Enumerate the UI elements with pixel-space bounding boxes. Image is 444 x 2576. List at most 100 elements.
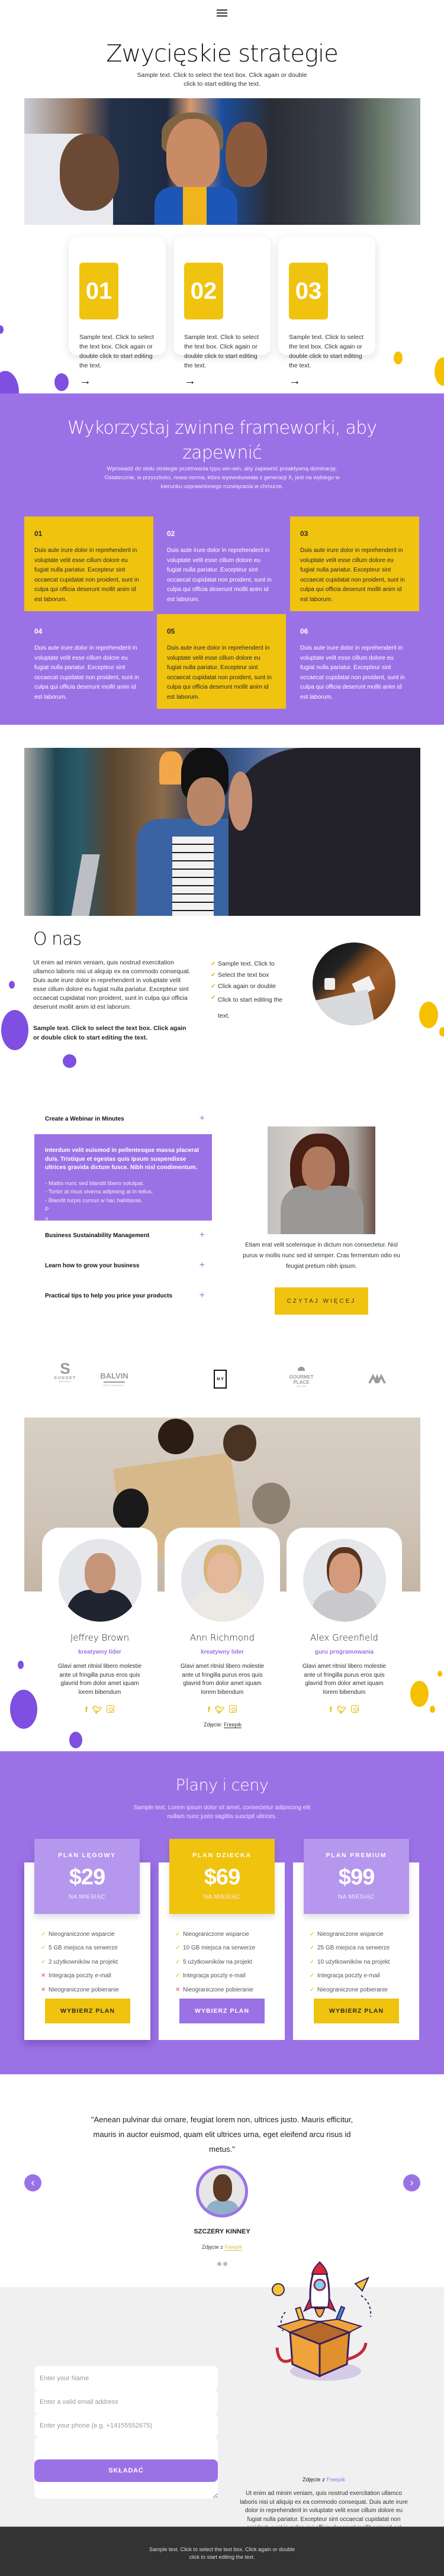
arrow-right-icon[interactable]: → [184, 375, 260, 387]
decor-dot [437, 1671, 442, 1677]
team-card: Ann Richmond kreatywny lider Glavi amet … [165, 1528, 280, 1714]
plan-features: ✓ Nieograniczone wsparcie ✓ 10 GB miejsca n… [175, 1928, 294, 1997]
panel-bullet: Mattis nunc sed blandit libero volutpat. [45, 1180, 201, 1189]
feature-number: 04 [34, 627, 43, 635]
accordion-item[interactable]: Create a Webinar in Minutes + [45, 1113, 205, 1124]
accordion-title: Practical tips to help you price your pr… [45, 1292, 173, 1299]
workspace-image [313, 942, 395, 1025]
accordion-title: Business Sustainability Management [45, 1232, 150, 1239]
twitter-icon[interactable]: 🐦︎ [92, 1705, 102, 1715]
plus-icon[interactable]: + [200, 1260, 205, 1271]
member-bio: Glavi amet ritnisl libero molestie ante … [180, 1663, 265, 1696]
plan-feature: ✕ Nieograniczone pobieranie [175, 1983, 294, 1997]
choose-plan-button[interactable]: WYBIERZ PLAN [314, 1999, 399, 2023]
feature-number: 01 [34, 530, 43, 538]
feature-text: Duis aute irure dolor in reprehenderit i… [167, 547, 272, 603]
chevron-left-icon[interactable]: ‹ [24, 2174, 41, 2191]
accordion-item[interactable]: Practical tips to help you price your pr… [45, 1290, 205, 1301]
accordion-item[interactable]: Learn how to grow your business + [45, 1260, 205, 1271]
check-icon: ✓ [41, 1958, 46, 1965]
avatar [181, 1539, 264, 1622]
instagram-icon[interactable] [107, 1705, 115, 1713]
page: Zwycięskie strategie Sample text. Click … [0, 0, 444, 2576]
feature-box: 06 Duis aute irure dolor in reprehenderi… [290, 614, 419, 709]
step-card: 03 Sample text. Click to select the text… [278, 237, 375, 387]
email-field[interactable] [34, 2390, 218, 2414]
check-icon: ✔ [211, 961, 216, 967]
hamburger-icon[interactable] [217, 8, 227, 18]
step-card: 02 Sample text. Click to select the text… [173, 237, 271, 387]
feature-number: 02 [167, 530, 175, 538]
plus-icon[interactable]: + [200, 1113, 205, 1124]
freepik-link[interactable]: Freepik [224, 1722, 242, 1728]
page-title: Zwycięskie strategie [106, 40, 338, 67]
member-name: Ann Richmond [189, 1632, 255, 1643]
plan-name: PLAN PREMIUM [326, 1852, 387, 1859]
slider-dot[interactable] [223, 2262, 227, 2266]
check-icon: ✓ [310, 1958, 315, 1965]
decor-dot [439, 1027, 444, 1037]
arrow-right-icon[interactable]: → [79, 375, 155, 387]
check-icon: ✓ [310, 1945, 315, 1952]
plan-price: $69 [204, 1865, 240, 1890]
submit-button[interactable]: SKŁADAĆ [34, 2459, 218, 2482]
checklist-item: ✔ Click again or double [211, 981, 294, 992]
instagram-icon[interactable] [351, 1705, 359, 1713]
decor-dot [410, 1681, 429, 1707]
panel-trail: P [45, 1206, 49, 1213]
twitter-icon[interactable]: 🐦︎ [337, 1705, 347, 1715]
footer: Sample text. Click to select the text bo… [0, 2526, 444, 2576]
decor-dot [69, 1732, 82, 1748]
slider-dot[interactable] [217, 2262, 221, 2266]
read-more-button[interactable]: CZYTAJ WIĘCEJ [275, 1287, 368, 1315]
name-field[interactable] [34, 2366, 218, 2390]
plan-feature: ✓ 25 GB miejsca na serwerze [310, 1941, 428, 1955]
footer-text: Sample text. Click to select the text bo… [149, 2546, 295, 2560]
choose-plan-button[interactable]: WYBIERZ PLAN [179, 1999, 265, 2023]
facebook-icon[interactable]: f [330, 1705, 332, 1715]
step-card: 01 Sample text. Click to select the text… [69, 237, 166, 387]
rocket-box-illustration [272, 2261, 372, 2381]
hero-image [24, 98, 420, 225]
plus-icon[interactable]: + [200, 1230, 205, 1241]
cross-icon: ✕ [41, 1973, 46, 1980]
decor-dot [394, 351, 403, 364]
agile-section: Wykorzystaj zwinne frameworki, aby zapew… [0, 393, 444, 725]
plan-feature: ✓ 10 GB miejsca na serwerze [175, 1941, 294, 1955]
plus-icon[interactable]: + [200, 1290, 205, 1301]
member-role: guru programowania [314, 1649, 374, 1655]
member-role: kreatywny lider [201, 1649, 244, 1655]
choose-plan-button[interactable]: WYBIERZ PLAN [45, 1999, 130, 2023]
arrow-right-icon[interactable]: → [289, 375, 365, 387]
section-subtitle: Wprowadź do stołu strategie przetrwania … [104, 466, 340, 490]
hero-subtitle: Sample text. Click to select the text bo… [137, 72, 307, 88]
team-card: Jeffrey Brown kreatywny lider Glavi amet… [42, 1528, 157, 1714]
section-title: Wykorzystaj zwinne frameworki, aby zapew… [67, 418, 377, 463]
feature-number: 05 [167, 627, 175, 635]
about-text: Ut enim ad minim veniam, quis nostrud ex… [33, 959, 191, 1011]
freepik-link[interactable]: Freepik [326, 2477, 345, 2483]
plan-feature: ✓ Nieograniczone wsparcie [41, 1928, 159, 1941]
plan-header: PLAN DZIECKA $69 NA MIESIĄC [169, 1839, 275, 1914]
plan-period: NA MIESIĄC [337, 1894, 375, 1900]
decor-dot [9, 981, 15, 989]
plan-feature: ✓ Nieograniczone pobieranie [310, 1983, 428, 1997]
photo-credit: Zdjęcie z Freepik [302, 2477, 346, 2483]
team-card: Alex Greenfield guru programowania Glavi… [287, 1528, 402, 1714]
accordion-item[interactable]: Business Sustainability Management + [45, 1230, 205, 1241]
cross-icon: ✕ [175, 1986, 181, 1993]
chevron-right-icon[interactable]: › [403, 2174, 420, 2191]
pricing-title: Plany i ceny [175, 1776, 269, 1794]
plan-feature: ✓ 2 użytkowników na projekt [41, 1955, 159, 1969]
feature-number: 03 [300, 530, 308, 538]
facebook-icon[interactable]: f [85, 1705, 88, 1715]
check-icon: ✓ [175, 1958, 181, 1965]
logo-balvin: BALVIN RESTAURANT [100, 1371, 128, 1387]
instagram-icon[interactable] [229, 1705, 237, 1713]
twitter-icon[interactable]: 🐦︎ [215, 1705, 225, 1715]
phone-field[interactable] [34, 2413, 218, 2438]
freepik-link[interactable]: Freepik [224, 2244, 243, 2251]
testimonial-name: SZCZERY KINNEY [194, 2228, 250, 2235]
checklist-item: ✔ Sample text. Click to [211, 958, 294, 970]
facebook-icon[interactable]: f [208, 1705, 210, 1715]
